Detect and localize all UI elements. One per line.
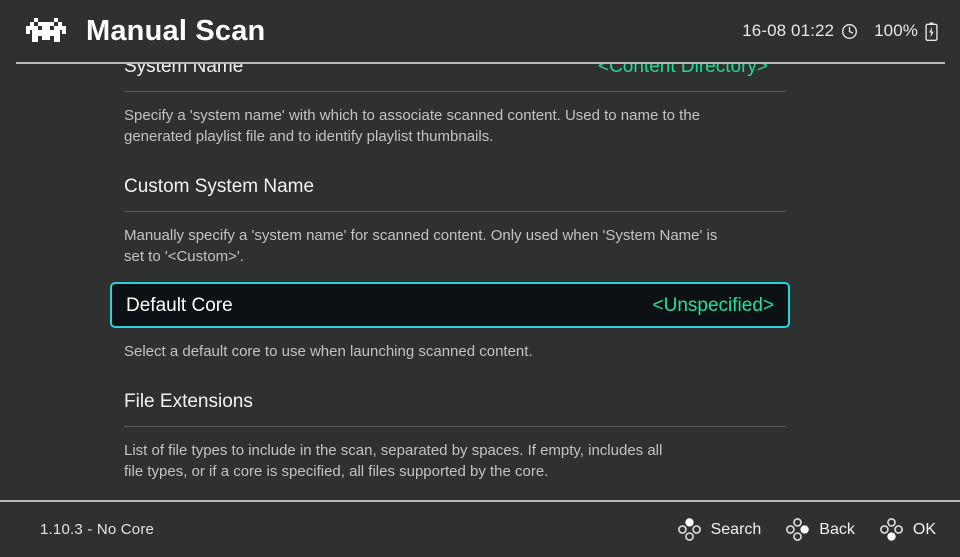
settings-entry: Default Core <Unspecified> Select a defaul… — [0, 282, 880, 377]
title-bar-status: 16-08 01:22 100% — [742, 21, 938, 41]
settings-row-label: Default Core — [126, 294, 233, 316]
settings-row[interactable]: File Extensions — [124, 377, 768, 426]
settings-entry: File Extensions List of file types to inc… — [0, 377, 880, 497]
footer-hint[interactable]: Search — [677, 517, 762, 542]
gamepad-button-right-icon — [786, 518, 810, 541]
settings-row-value: <Content Directory> — [597, 64, 768, 77]
settings-entry: Custom System Name Manually specify a 'sy… — [0, 162, 880, 282]
description-line: Specify a 'system name' with which to as… — [124, 107, 701, 124]
description-line: set to '<Custom>'. — [124, 248, 244, 265]
settings-row[interactable]: Default Core <Unspecified> — [110, 282, 790, 328]
settings-row-label: System Name — [124, 64, 244, 77]
gamepad-button-up-icon — [677, 518, 701, 541]
settings-row-value: <Unspecified> — [652, 294, 774, 316]
settings-row[interactable]: System Name <Content Directory> — [124, 64, 768, 91]
battery-percent-text: 100% — [874, 21, 918, 40]
footer-hint[interactable]: OK — [879, 517, 936, 542]
gamepad-button-down-icon — [879, 518, 903, 541]
settings-row-label: File Extensions — [124, 391, 253, 412]
description-line: generated playlist file and to identify … — [124, 128, 494, 145]
clock-text: 16-08 01:22 — [742, 21, 835, 40]
title-bar-left: Manual Scan — [24, 16, 742, 46]
description-line: Manually specify a 'system name' for sca… — [124, 227, 718, 244]
settings-list[interactable]: System Name <Content Directory> Specify a … — [0, 64, 960, 500]
settings-row-description: Specify a 'system name' with which to as… — [124, 92, 768, 162]
page-title: Manual Scan — [86, 14, 266, 47]
settings-entry: System Name <Content Directory> Specify a … — [0, 64, 880, 162]
settings-row-label: Custom System Name — [124, 176, 315, 197]
space-invader-icon — [26, 18, 66, 42]
settings-row[interactable]: Custom System Name — [124, 162, 768, 211]
settings-row-description: Select a default core to use when launch… — [124, 328, 768, 377]
description-line: file types, or if a core is specified, a… — [124, 463, 549, 480]
footer-bar: 1.10.3 - No Core Search Back OK — [0, 502, 960, 557]
version-status-text: 1.10.3 - No Core — [40, 521, 155, 538]
footer-hint-label: Search — [710, 520, 762, 538]
settings-row-description: Manually specify a 'system name' for sca… — [124, 212, 768, 282]
footer-hints: Search Back OK — [677, 517, 936, 542]
description-line: Select a default core to use when launch… — [124, 343, 533, 360]
footer-hint[interactable]: Back — [785, 517, 855, 542]
footer-hint-label: Back — [819, 520, 855, 538]
retroarch-menu-screen: Manual Scan 16-08 01:22 100% System Name… — [0, 0, 960, 557]
settings-row-description: List of file types to include in the sca… — [124, 427, 768, 497]
title-bar: Manual Scan 16-08 01:22 100% — [0, 0, 960, 62]
description-line: List of file types to include in the sca… — [124, 442, 663, 459]
footer-hint-label: OK — [912, 520, 936, 538]
clock-icon — [842, 23, 858, 39]
battery-charging-icon — [925, 21, 938, 41]
